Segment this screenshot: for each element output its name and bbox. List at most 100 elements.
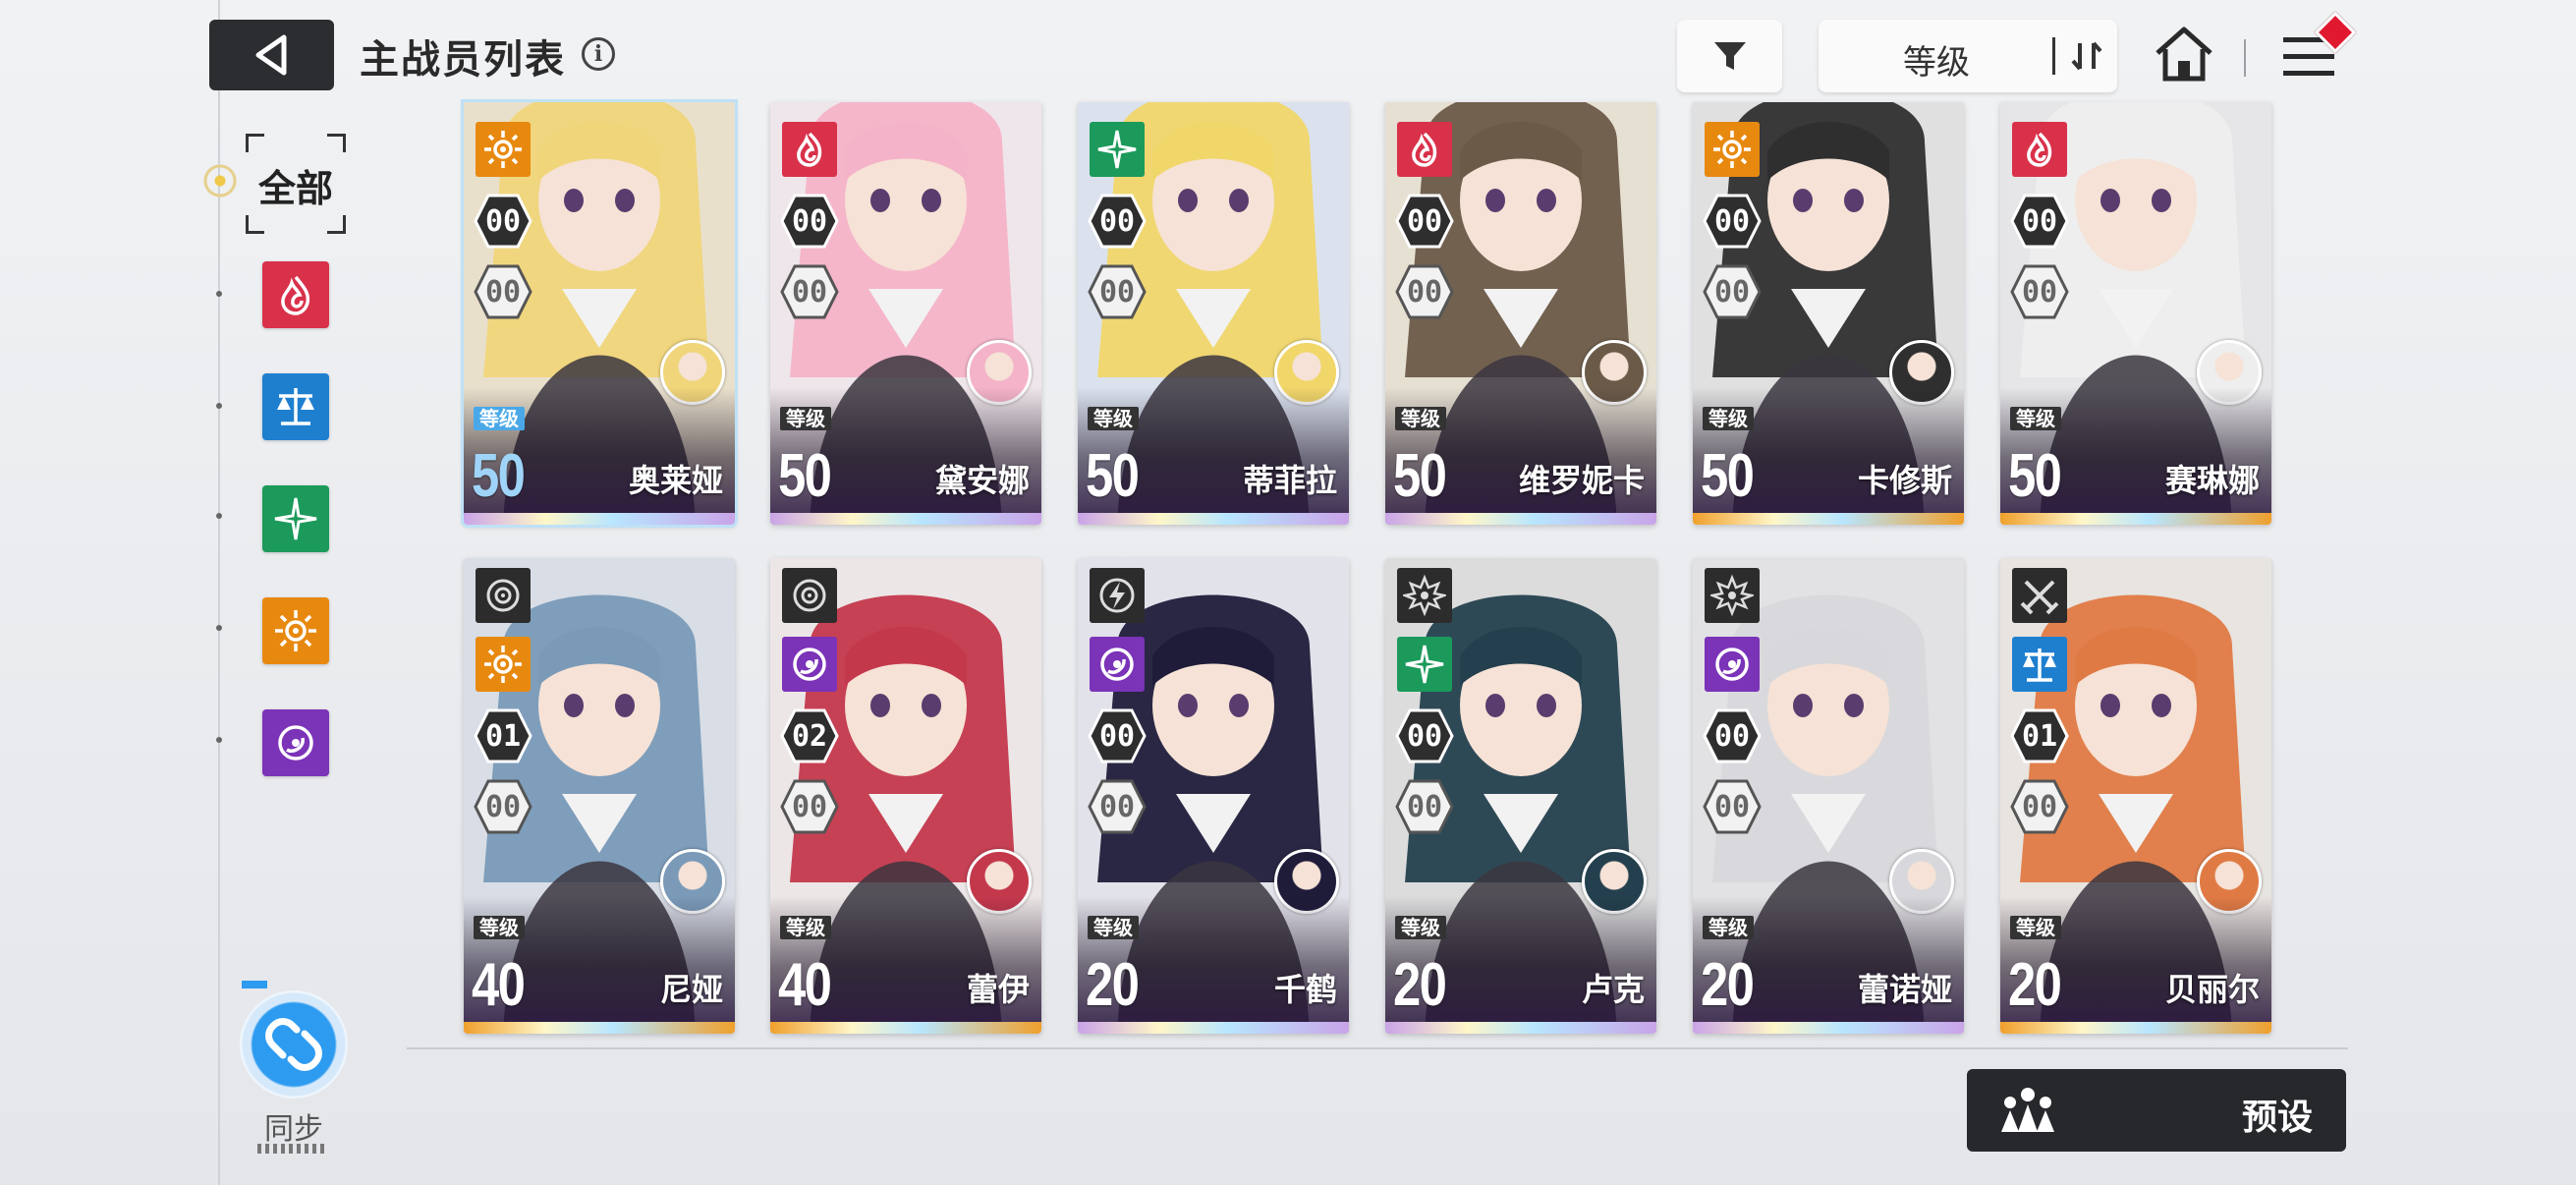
level-tag: 等级 <box>2010 407 2061 430</box>
character-card[interactable]: 00 00 等级 20 蕾诺娅 <box>1693 558 1964 1034</box>
rank-badge: 00 <box>1713 789 1751 824</box>
rank-badge: 00 <box>484 274 522 310</box>
character-name: 黛安娜 <box>934 462 1030 499</box>
solar-element-icon <box>476 122 531 177</box>
level-tag: 等级 <box>780 916 831 939</box>
rank-badge: 00 <box>484 789 522 824</box>
rail-dot <box>216 513 222 519</box>
wind-element-icon <box>1397 637 1452 692</box>
filter-element-wind[interactable] <box>262 485 329 552</box>
sort-divider <box>2052 37 2055 75</box>
character-card[interactable]: 00 00 等级 20 千鹤 <box>1078 558 1349 1034</box>
preset-label: 预设 <box>2242 1098 2314 1138</box>
rank-badge: 00 <box>791 789 828 824</box>
filter-button[interactable] <box>1677 20 1782 92</box>
rarity-bar <box>2000 1022 2271 1034</box>
rarity-bar <box>1078 1022 1349 1034</box>
character-card[interactable]: 01 00 等级 40 尼娅 <box>464 558 735 1034</box>
void-element-icon <box>1705 637 1760 692</box>
character-name: 贝丽尔 <box>2164 971 2260 1008</box>
sync-barcode-icon <box>257 1144 328 1154</box>
character-card[interactable]: 00 00 等级 50 赛琳娜 <box>2000 102 2271 525</box>
filter-element-solar[interactable] <box>262 597 329 664</box>
solar-element-icon <box>1705 122 1760 177</box>
level-value: 20 <box>2008 951 2062 1019</box>
character-card[interactable]: 00 00 等级 50 卡修斯 <box>1693 102 1964 525</box>
team-preset-icon <box>2001 1088 2054 1132</box>
rail-dot <box>216 625 222 631</box>
skill-level-badge: 00 <box>1713 718 1751 754</box>
skill-level-badge: 00 <box>1713 203 1751 239</box>
skill-level-badge: 00 <box>791 203 828 239</box>
bracket-corner <box>327 215 346 234</box>
skill-level-badge: 00 <box>484 203 522 239</box>
level-value: 50 <box>778 442 832 510</box>
character-card[interactable]: 00 00 等级 50 黛安娜 <box>770 102 1041 525</box>
filter-all[interactable]: 全部 <box>246 134 346 234</box>
wind-star-icon <box>274 497 317 540</box>
character-card[interactable]: 01 00 等级 20 贝丽尔 <box>2000 558 2271 1034</box>
sync-link-icon <box>265 1018 322 1071</box>
rarity-bar <box>1385 1022 1656 1034</box>
funnel-icon <box>1713 42 1746 70</box>
rarity-bar <box>1693 1022 1964 1034</box>
character-name: 蕾诺娅 <box>1857 971 1952 1008</box>
rank-badge: 00 <box>791 274 828 310</box>
home-icon[interactable] <box>2152 22 2216 86</box>
level-value: 40 <box>778 951 832 1019</box>
character-card[interactable]: 00 00 等级 50 维罗妮卡 <box>1385 102 1656 525</box>
scales-icon <box>277 388 314 425</box>
skill-level-badge: 01 <box>2021 718 2058 754</box>
void-element-icon <box>782 637 837 692</box>
preset-button[interactable]: 预设 <box>1967 1069 2346 1152</box>
void-element-icon <box>1090 637 1145 692</box>
rarity-bar <box>770 513 1041 525</box>
rail-dot <box>216 403 222 409</box>
level-tag: 等级 <box>474 407 525 430</box>
level-tag: 等级 <box>1703 407 1754 430</box>
swords-class-icon <box>2012 568 2067 623</box>
level-tag: 等级 <box>1395 916 1446 939</box>
level-value: 20 <box>1701 951 1755 1019</box>
filter-element-order[interactable] <box>262 373 329 440</box>
level-tag: 等级 <box>1088 916 1139 939</box>
sort-label: 等级 <box>1903 43 1970 83</box>
sync-button[interactable] <box>240 990 348 1099</box>
sort-order-icon[interactable] <box>2064 33 2109 79</box>
level-tag: 等级 <box>1703 916 1754 939</box>
back-button[interactable] <box>209 20 334 90</box>
skill-level-badge: 00 <box>2021 203 2058 239</box>
rank-badge: 00 <box>1098 789 1136 824</box>
bracket-corner <box>246 215 264 234</box>
level-value: 50 <box>1086 442 1140 510</box>
character-card[interactable]: 00 00 等级 20 卢克 <box>1385 558 1656 1034</box>
skill-level-badge: 00 <box>1406 203 1443 239</box>
character-card[interactable]: 00 00 等级 50 蒂菲拉 <box>1078 102 1349 525</box>
header-separator <box>2244 39 2246 77</box>
rail-dot <box>216 737 222 743</box>
target-class-icon <box>476 568 531 623</box>
flame-icon <box>281 275 310 315</box>
sort-dropdown[interactable]: 等级 <box>1819 20 2117 92</box>
rarity-bar <box>2000 513 2271 525</box>
info-icon[interactable]: i <box>582 37 615 71</box>
lightning-class-icon <box>1090 568 1145 623</box>
sync-label: 同步 <box>264 1112 323 1147</box>
level-tag: 等级 <box>474 916 525 939</box>
filter-element-burn[interactable] <box>262 261 329 328</box>
filter-element-void[interactable] <box>262 709 329 776</box>
gear-class-icon <box>1397 568 1452 623</box>
grid-separator <box>407 1047 2348 1049</box>
character-name: 维罗妮卡 <box>1518 462 1645 499</box>
burn-element-icon <box>2012 122 2067 177</box>
character-card[interactable]: 00 00 等级 50 奥莱娅 <box>464 102 735 525</box>
level-tag: 等级 <box>780 407 831 430</box>
level-value: 20 <box>1086 951 1140 1019</box>
rarity-bar <box>464 1022 735 1034</box>
character-card[interactable]: 02 00 等级 40 蕾伊 <box>770 558 1041 1034</box>
gear-class-icon <box>1705 568 1760 623</box>
character-name: 千鹤 <box>1273 971 1337 1008</box>
character-name: 蕾伊 <box>966 971 1030 1008</box>
bracket-corner <box>327 134 346 152</box>
page-title: 主战员列表 <box>360 37 566 83</box>
